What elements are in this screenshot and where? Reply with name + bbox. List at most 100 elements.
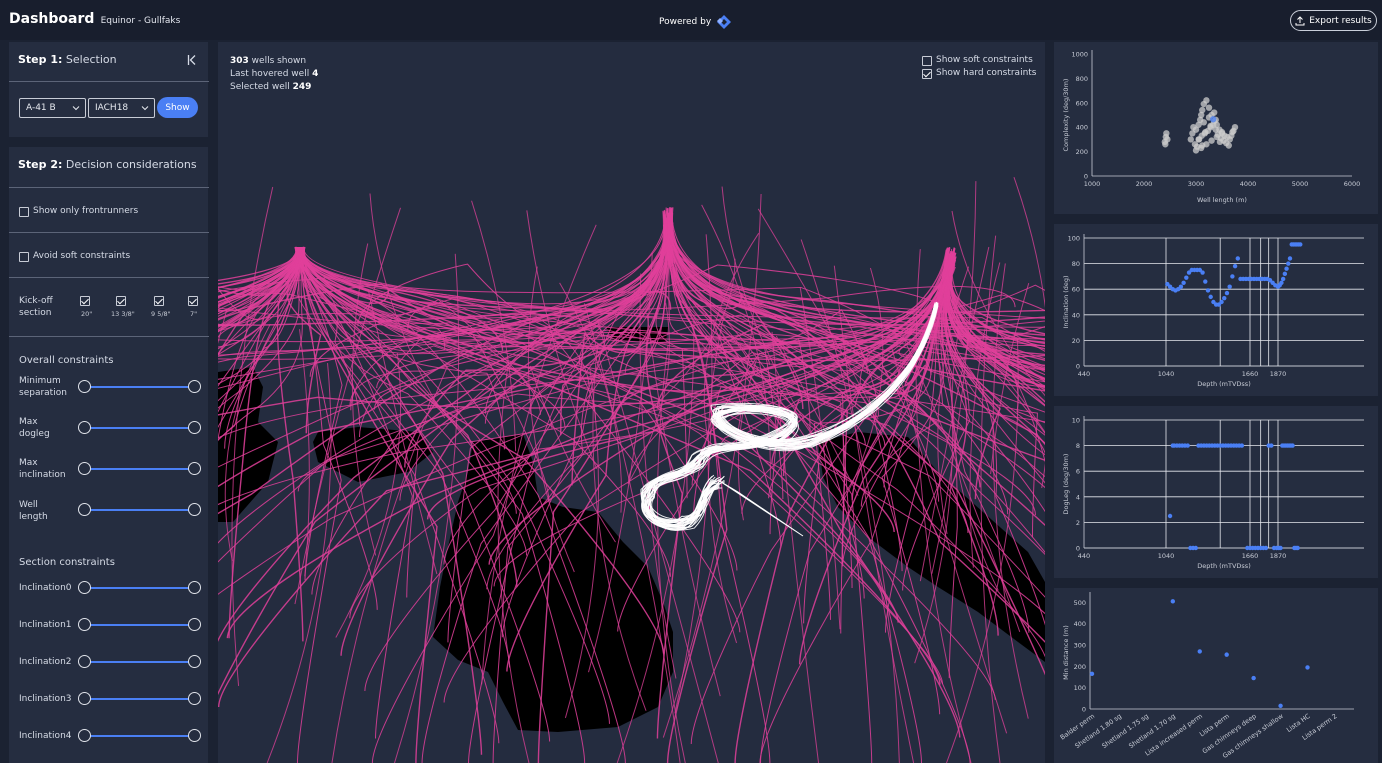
data-point bbox=[1195, 136, 1202, 143]
y-tick-label: 8 bbox=[1076, 442, 1080, 450]
data-point bbox=[1282, 271, 1288, 277]
chevron-down-icon bbox=[141, 106, 149, 111]
kickoff-checkbox-13[interactable] bbox=[116, 296, 126, 306]
inclination2-slider[interactable] bbox=[78, 655, 201, 669]
export-label: Export results bbox=[1309, 15, 1372, 26]
show-soft-constraints-label: Show soft constraints bbox=[936, 55, 1033, 65]
data-point bbox=[1209, 116, 1217, 123]
kickoff-checkbox-20[interactable] bbox=[80, 296, 90, 306]
collapse-icon[interactable] bbox=[187, 54, 197, 66]
slider-handle-min[interactable] bbox=[78, 618, 91, 631]
data-point bbox=[1207, 122, 1214, 130]
slider-handle-min[interactable] bbox=[78, 581, 91, 594]
slider-handle-min[interactable] bbox=[78, 421, 91, 434]
step2-panel: Step 2: Decision considerations bbox=[9, 147, 209, 763]
data-point bbox=[1263, 545, 1269, 551]
max-inclination-slider[interactable] bbox=[78, 462, 201, 476]
y-tick-label: 800 bbox=[1076, 75, 1088, 83]
slider-handle-max[interactable] bbox=[188, 421, 201, 434]
data-point bbox=[1225, 142, 1232, 149]
y-tick-label: 6 bbox=[1076, 468, 1080, 476]
avoid-soft-checkbox[interactable] bbox=[19, 252, 29, 262]
well-trajectory bbox=[331, 366, 448, 763]
slider-handle-min[interactable] bbox=[78, 729, 91, 742]
target-select-value: IACH18 bbox=[95, 103, 129, 113]
kickoff-item-13: 13 3/8" bbox=[111, 310, 135, 318]
slider-handle-max[interactable] bbox=[188, 655, 201, 668]
slider-handle-max[interactable] bbox=[188, 729, 201, 742]
show-hard-constraints-checkbox[interactable] bbox=[922, 69, 932, 79]
x-tick-label: 2000 bbox=[1136, 180, 1153, 188]
y-tick-label: 200 bbox=[1076, 148, 1088, 156]
y-tick-label: 10 bbox=[1072, 417, 1080, 425]
x-tick-label: 5000 bbox=[1292, 180, 1309, 188]
slider-handle-max[interactable] bbox=[188, 692, 201, 705]
overall-constraints-title: Overall constraints bbox=[19, 355, 114, 366]
data-point bbox=[1278, 703, 1283, 709]
slider-handle-min[interactable] bbox=[78, 503, 91, 516]
well-select[interactable]: A-41 B bbox=[19, 98, 86, 118]
kickoff-item-9: 9 5/8" bbox=[151, 310, 171, 318]
kickoff-checkbox-9[interactable] bbox=[154, 296, 164, 306]
kickoff-item-20: 20" bbox=[81, 310, 93, 318]
well-length-slider[interactable] bbox=[78, 503, 201, 517]
data-point bbox=[1205, 104, 1213, 111]
step1-title: Step 1: Selection bbox=[18, 53, 117, 66]
slider-handle-max[interactable] bbox=[188, 618, 201, 631]
data-point bbox=[1163, 130, 1170, 137]
slider-handle-max[interactable] bbox=[188, 503, 201, 516]
target-select[interactable]: IACH18 bbox=[88, 98, 155, 118]
complexity-vs-length-chart[interactable]: 02004006008001000Complexity (deg/30m)Wel… bbox=[1054, 42, 1378, 214]
data-point bbox=[1199, 106, 1206, 114]
frontrunners-checkbox[interactable] bbox=[19, 207, 29, 217]
slider-handle-min[interactable] bbox=[78, 692, 91, 705]
inclination1-slider[interactable] bbox=[78, 618, 201, 632]
dogleg-chart[interactable]: 0246810DogLeg (deg/30m)Depth (mTVDss)440… bbox=[1054, 406, 1378, 578]
y-tick-label: 500 bbox=[1074, 599, 1086, 607]
min-distance-chart[interactable]: 0100200300400500Min distance (m)Balder p… bbox=[1054, 588, 1378, 763]
y-axis-label: Complexity (deg/30m) bbox=[1062, 79, 1070, 152]
data-point bbox=[1295, 545, 1300, 551]
section-constraints-title: Section constraints bbox=[19, 557, 115, 568]
powered-by-label: Powered by bbox=[659, 17, 712, 27]
data-point bbox=[1239, 443, 1245, 448]
x-tick-label: 3000 bbox=[1188, 180, 1205, 188]
export-results-button[interactable]: Export results bbox=[1290, 10, 1377, 31]
inclination0-slider[interactable] bbox=[78, 581, 201, 595]
y-tick-label: 400 bbox=[1076, 124, 1088, 132]
slider-handle-min[interactable] bbox=[78, 462, 91, 475]
max-dogleg-slider[interactable] bbox=[78, 421, 201, 435]
x-tick-label: 1660 bbox=[1242, 370, 1259, 378]
y-tick-label: 600 bbox=[1076, 99, 1088, 107]
inclination4-slider[interactable] bbox=[78, 729, 201, 743]
kickoff-checkbox-7[interactable] bbox=[188, 296, 198, 306]
x-tick-label: 1040 bbox=[1158, 370, 1175, 378]
well-trajectory-scene[interactable] bbox=[218, 42, 1045, 763]
data-point bbox=[1170, 599, 1176, 604]
chevron-down-icon bbox=[72, 106, 80, 111]
y-tick-label: 1000 bbox=[1071, 51, 1088, 59]
show-button[interactable]: Show bbox=[157, 97, 198, 118]
slider-handle-min[interactable] bbox=[78, 380, 91, 393]
data-point bbox=[1185, 443, 1190, 448]
well-length-label: Well length bbox=[19, 500, 48, 522]
slider-handle-min[interactable] bbox=[78, 655, 91, 668]
data-point bbox=[1197, 649, 1202, 654]
max-inclination-label: Max inclination bbox=[19, 458, 66, 480]
step2-title: Step 2: Decision considerations bbox=[18, 158, 197, 171]
data-point bbox=[1230, 127, 1237, 135]
slider-handle-max[interactable] bbox=[188, 581, 201, 594]
inclination3-slider[interactable] bbox=[78, 692, 201, 706]
y-tick-label: 200 bbox=[1074, 663, 1086, 671]
x-tick-label: 1870 bbox=[1270, 370, 1287, 378]
min-separation-slider[interactable] bbox=[78, 380, 201, 394]
inclination-chart[interactable]: 020406080100Inclination (deg)Depth (mTVD… bbox=[1054, 224, 1378, 396]
data-point bbox=[1280, 276, 1286, 282]
data-point bbox=[1222, 295, 1227, 301]
show-soft-constraints-checkbox[interactable] bbox=[922, 56, 932, 66]
slider-handle-max[interactable] bbox=[188, 462, 201, 475]
well-3d-view[interactable]: 303 wells shown Last hovered well 4 Sele… bbox=[218, 42, 1045, 763]
data-point bbox=[1251, 675, 1256, 681]
data-point bbox=[1200, 270, 1205, 275]
slider-handle-max[interactable] bbox=[188, 380, 201, 393]
